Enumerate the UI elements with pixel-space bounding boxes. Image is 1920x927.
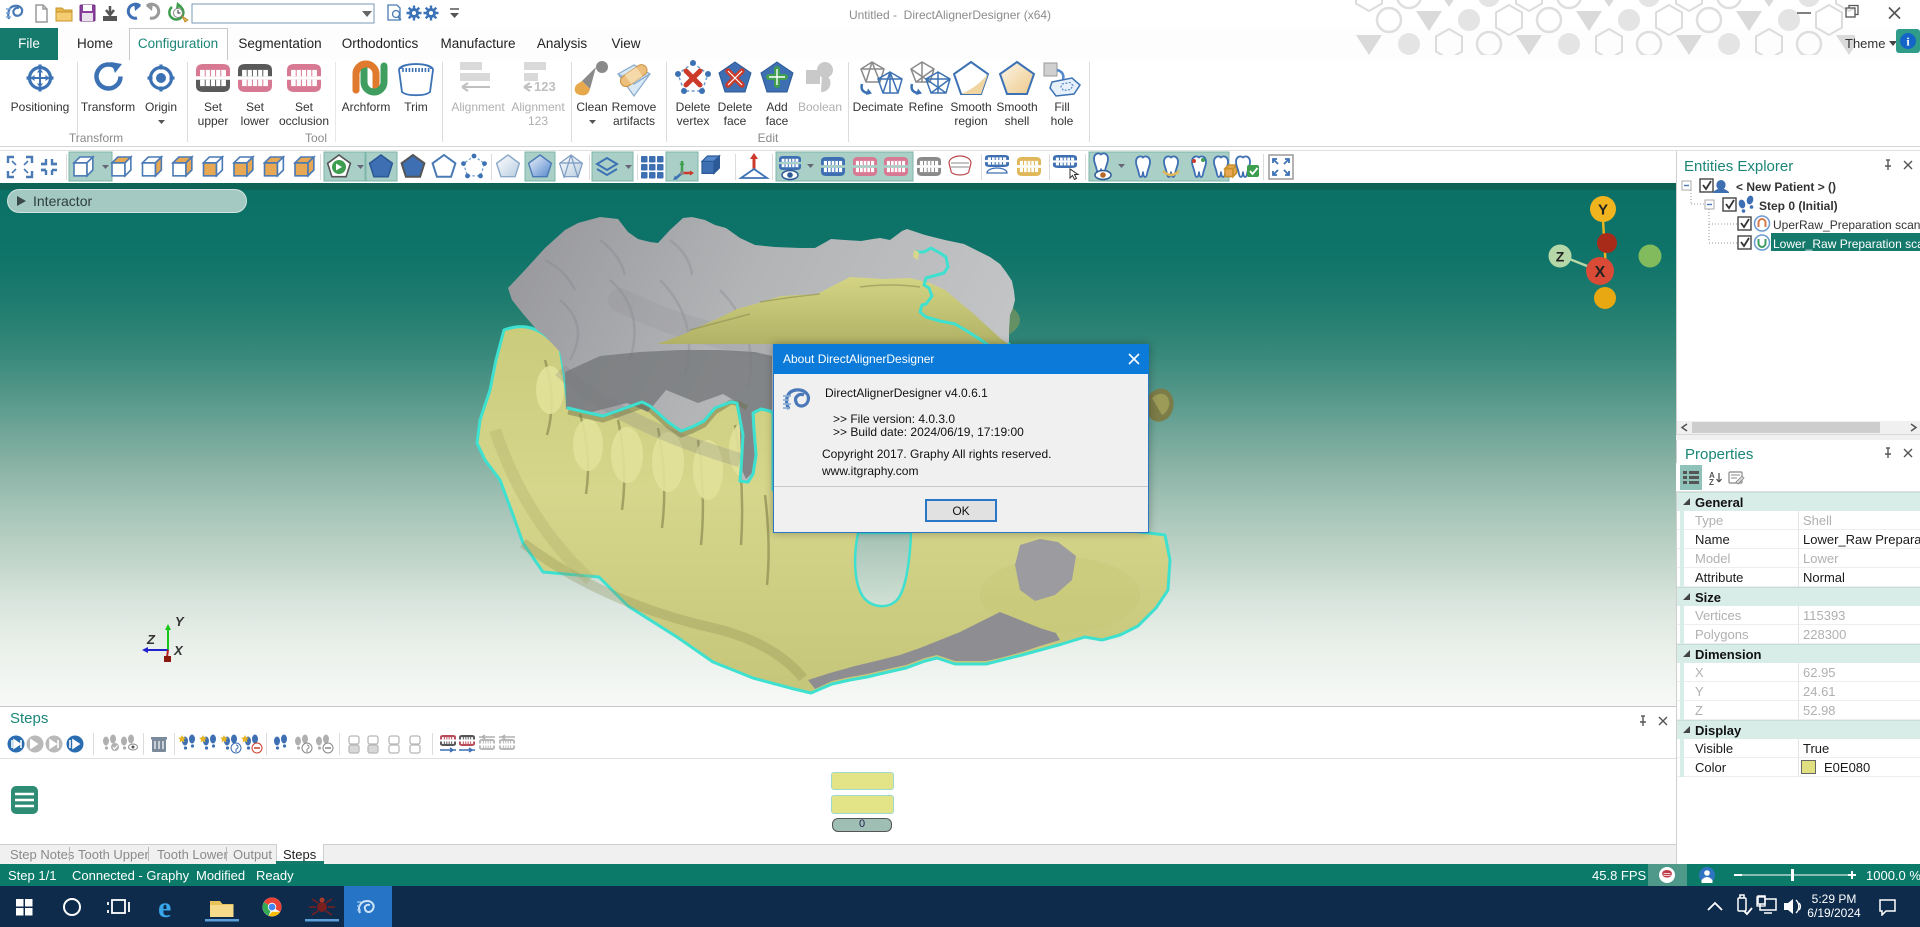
svg-text:Z: Z xyxy=(1709,478,1714,486)
svg-text:Z: Z xyxy=(1556,249,1565,265)
svg-text:e: e xyxy=(158,891,171,924)
svg-text:Y: Y xyxy=(1598,202,1608,219)
svg-text:Y: Y xyxy=(175,614,185,629)
svg-text:123: 123 xyxy=(534,79,556,94)
svg-text:X: X xyxy=(173,643,184,658)
svg-text:Z: Z xyxy=(146,632,156,647)
svg-text:X: X xyxy=(1595,264,1606,281)
